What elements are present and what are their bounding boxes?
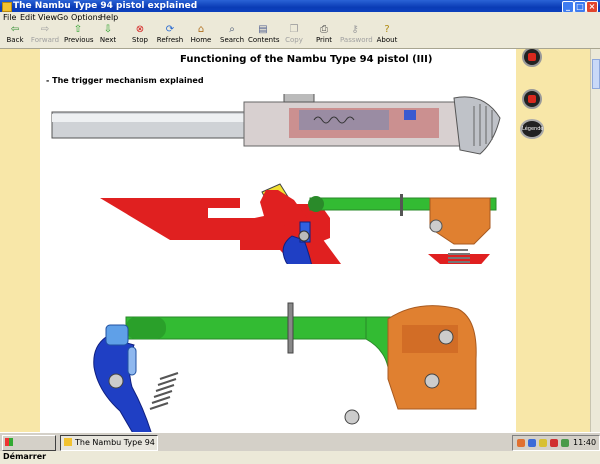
next-label: Next [99,36,117,44]
contents-icon: ▤ [258,24,268,35]
home-icon: ⌂ [197,24,205,35]
stop-icon: ⊗ [135,24,145,35]
copy-button[interactable]: ❐ Copy [284,25,304,47]
legend-button[interactable]: Légende [520,119,544,139]
print-label: Print [315,36,333,44]
about-button[interactable]: ? About [376,25,398,47]
system-tray: 11:40 [512,435,600,451]
windows-logo-icon [5,438,13,446]
tray-security-icon[interactable] [550,439,558,447]
home-button[interactable]: ⌂ Home [190,25,212,47]
contents-label: Contents [248,36,280,44]
start-button[interactable]: Démarrer [2,435,56,461]
taskbar-clock: 11:40 [573,438,597,447]
password-button[interactable]: ⚷ Password [340,24,373,47]
trigger-detail [93,336,152,432]
scrollbar-thumb[interactable] [592,59,600,89]
key-icon: ⚷ [351,24,359,35]
menu-edit[interactable]: Edit [20,12,36,24]
app-icon [2,2,12,12]
menu-file[interactable]: File [3,12,16,24]
app-taskbar-icon [64,438,72,446]
start-label: Démarrer [3,452,47,461]
left-margin [0,49,40,432]
password-label: Password [340,36,373,44]
nav-next-button[interactable] [522,89,542,109]
tray-app-icon[interactable] [517,439,525,447]
stop-button[interactable]: ⊗ Stop [130,25,150,47]
tray-volume-icon[interactable] [539,439,547,447]
pistol-cutaway-diagram [51,94,501,264]
previous-button[interactable]: ⇧ Previous [64,24,94,47]
vertical-scrollbar[interactable] [590,49,600,432]
stop-label: Stop [132,36,148,44]
home-label: Home [190,36,212,44]
question-icon: ? [384,24,390,35]
window-title: The Nambu Type 94 pistol explained [13,1,198,11]
next-button[interactable]: ⇩ Next [98,25,118,47]
menu-options[interactable]: Options [71,12,102,24]
taskbar-window-label: The Nambu Type 94 pi... [75,438,157,447]
contents-button[interactable]: ▤ Contents [248,24,280,47]
previous-label: Previous [64,36,94,44]
down-arrow-icon: ⇩ [103,24,113,35]
forward-button[interactable]: ⇨ Forward [30,25,60,47]
menu-view[interactable]: View [38,12,57,24]
search-icon: ⌕ [229,24,235,35]
refresh-icon: ⟳ [165,24,175,35]
tray-update-icon[interactable] [561,439,569,447]
about-label: About [376,36,398,44]
back-label: Back [6,36,24,44]
page-title: Functioning of the Nambu Type 94 pistol … [180,54,433,65]
up-arrow-icon: ⇧ [73,24,83,35]
trigger-mechanism-detail-diagram [93,302,477,432]
search-label: Search [220,36,245,44]
sear-detail [387,305,477,410]
page-subtitle: - The trigger mechanism explained [46,76,204,85]
print-icon: ⎙ [320,24,328,35]
copy-label: Copy [285,36,303,44]
toolbar: ⇦ Back ⇨ Forward ⇧ Previous ⇩ Next ⊗ Sto… [0,24,600,49]
print-button[interactable]: ⎙ Print [314,25,334,47]
copy-icon: ❐ [289,24,299,35]
menu-go[interactable]: Go [57,12,68,24]
forward-arrow-icon: ⇨ [40,24,50,35]
content-area: Functioning of the Nambu Type 94 pistol … [0,49,600,432]
refresh-button[interactable]: ⟳ Refresh [156,25,184,47]
search-button[interactable]: ⌕ Search [220,25,244,47]
back-arrow-icon: ⇦ [10,24,20,35]
back-button[interactable]: ⇦ Back [4,25,26,47]
taskbar-window-item[interactable]: The Nambu Type 94 pi... [60,435,158,451]
tray-network-icon[interactable] [528,439,536,447]
forward-label: Forward [30,36,60,44]
title-bar: The Nambu Type 94 pistol explained _ □ × [0,0,600,13]
refresh-label: Refresh [156,36,184,44]
taskbar: Démarrer The Nambu Type 94 pi... 11:40 [0,432,600,461]
menu-help[interactable]: Help [100,12,118,24]
